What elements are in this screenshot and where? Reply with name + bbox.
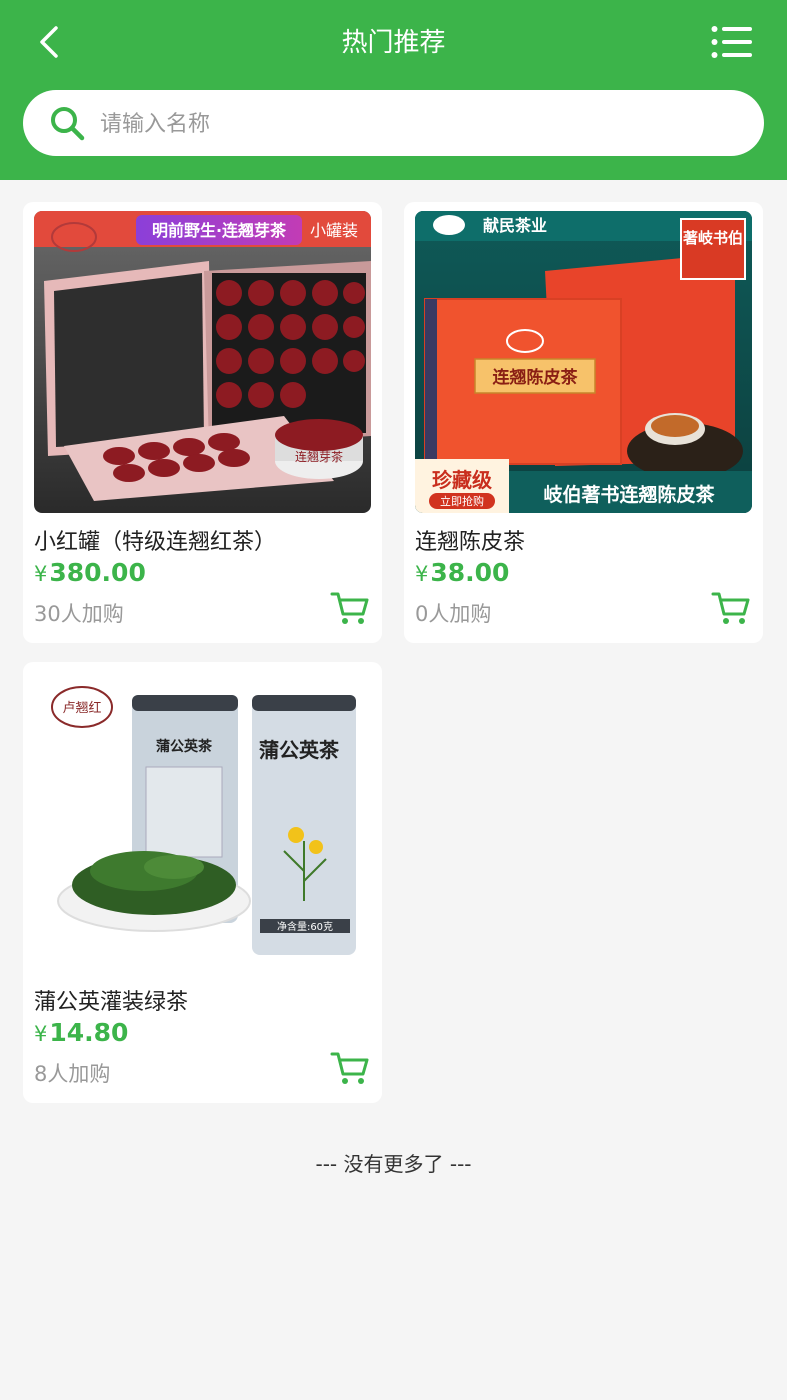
add-to-cart-icon[interactable] <box>330 590 370 626</box>
product-image[interactable]: 明前野生·连翘芽茶 小罐装 连翘芽茶 <box>34 211 371 513</box>
badge-text: 珍藏级 <box>432 468 492 492</box>
currency-symbol: ¥ <box>34 1022 48 1046</box>
page-title: 热门推荐 <box>341 28 446 58</box>
slogan-text: 岐伯著书连翘陈皮茶 <box>543 483 715 506</box>
add-to-cart-icon[interactable] <box>330 1050 370 1086</box>
box-label: 连翘陈皮茶 <box>493 367 579 388</box>
image-tag-text: 小罐装 <box>310 221 358 240</box>
net-weight-text: 净含量:60克 <box>277 920 333 933</box>
list-menu-icon[interactable] <box>711 24 753 60</box>
product-image[interactable]: 献民茶业 连翘陈皮茶 著岐书伯 珍藏级 立即抢购 岐伯著书连翘陈皮茶 <box>415 211 752 513</box>
can-left-label: 蒲公英茶 <box>156 738 213 755</box>
brand-name: 献民茶业 <box>483 216 547 235</box>
product-price: ¥380.00 <box>34 558 146 587</box>
can-label: 连翘芽茶 <box>295 449 343 464</box>
can-right-label: 蒲公英茶 <box>259 738 340 762</box>
seal-text: 著岐书伯 <box>682 229 743 247</box>
image-banner-text: 明前野生·连翘芽茶 <box>152 221 287 240</box>
cart-count: 8人加购 <box>34 1062 111 1086</box>
cart-count: 30人加购 <box>34 602 124 626</box>
price-value: 14.80 <box>49 1018 129 1047</box>
no-more-text: --- 没有更多了 --- <box>315 1152 472 1176</box>
top-bar: 热门推荐 <box>0 0 787 180</box>
product-name[interactable]: 蒲公英灌装绿茶 <box>34 984 188 1016</box>
product-price: ¥14.80 <box>34 1018 128 1047</box>
price-value: 380.00 <box>49 558 146 587</box>
badge-sub-text: 立即抢购 <box>440 494 484 508</box>
product-card[interactable]: 卢翘红 蒲公英茶 蒲公英茶 净含量:60克 蒲公英灌装绿茶 ¥14.80 8人加… <box>23 662 382 1103</box>
currency-symbol: ¥ <box>415 562 429 586</box>
add-to-cart-icon[interactable] <box>711 590 751 626</box>
search-input[interactable] <box>98 100 742 148</box>
currency-symbol: ¥ <box>34 562 48 586</box>
product-image[interactable]: 卢翘红 蒲公英茶 蒲公英茶 净含量:60克 <box>34 671 371 973</box>
product-name[interactable]: 连翘陈皮茶 <box>415 524 525 556</box>
brand-logo-text: 卢翘红 <box>62 700 101 716</box>
product-price: ¥38.00 <box>415 558 509 587</box>
price-value: 38.00 <box>430 558 510 587</box>
search-icon <box>51 107 85 141</box>
product-card[interactable]: 献民茶业 连翘陈皮茶 著岐书伯 珍藏级 立即抢购 岐伯著书连翘陈皮茶 连翘陈皮茶… <box>404 202 763 643</box>
product-name[interactable]: 小红罐（特级连翘红茶） <box>34 524 276 556</box>
cart-count: 0人加购 <box>415 602 492 626</box>
search-bar <box>23 90 764 156</box>
product-card[interactable]: 明前野生·连翘芽茶 小罐装 连翘芽茶 小红罐（特级连翘红茶） ¥380.00 3… <box>23 202 382 643</box>
